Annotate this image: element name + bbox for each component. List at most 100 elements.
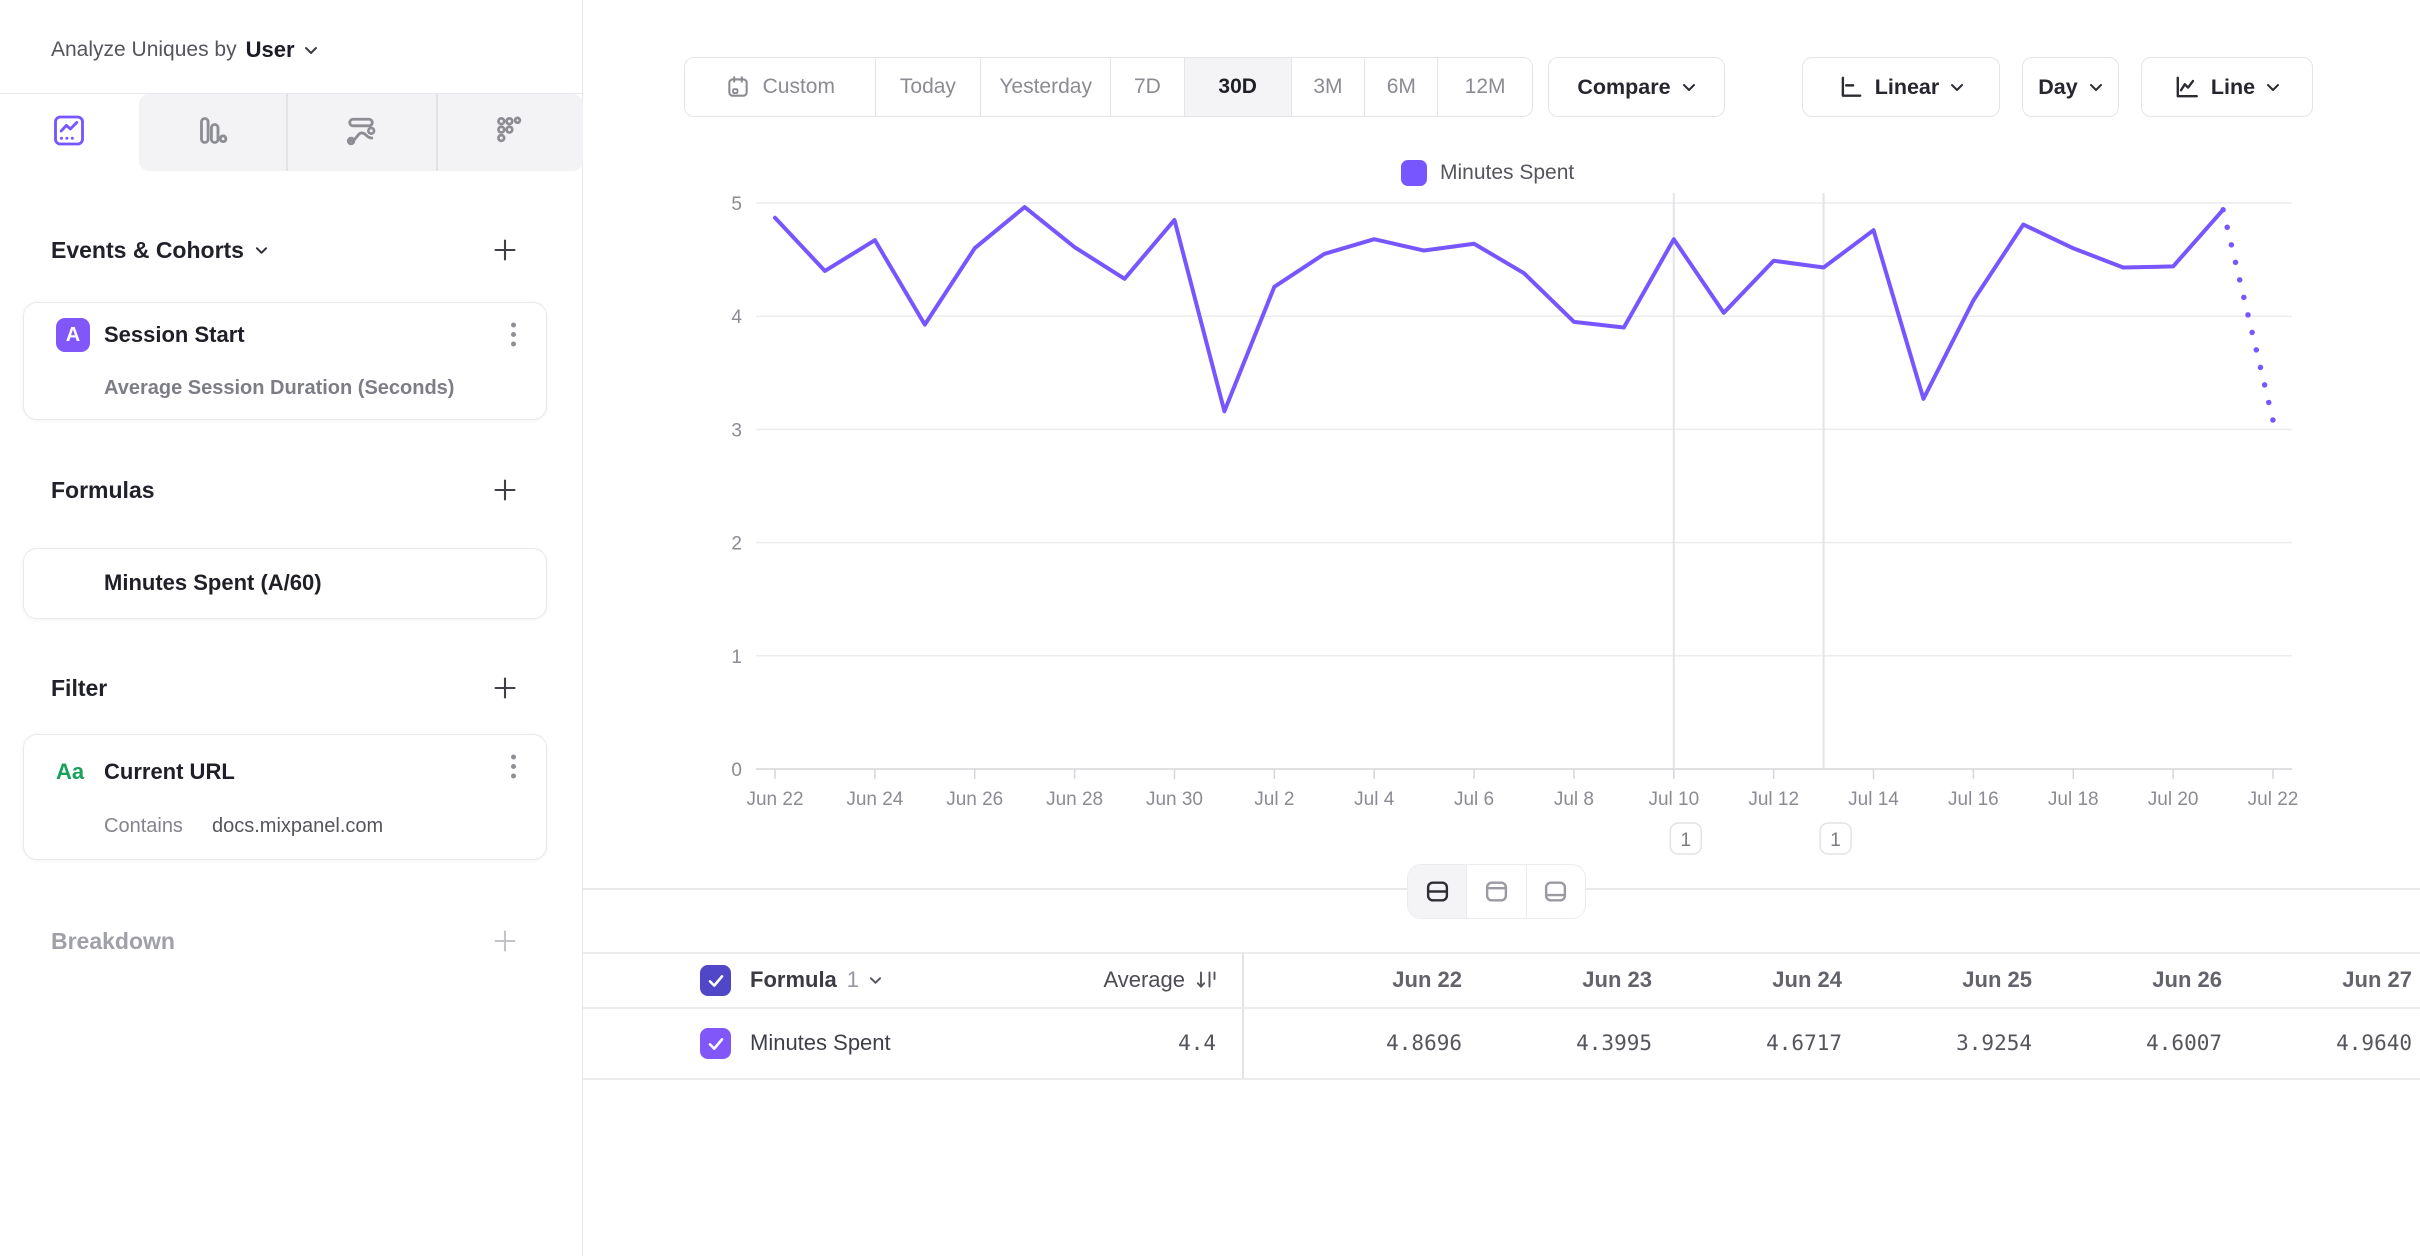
event-card-session-start[interactable]: A Session Start Average Session Duration… [23,302,547,420]
date-range-label: 3M [1313,75,1342,99]
date-range-7d[interactable]: 7D [1111,58,1185,116]
x-tick-label: Jun 26 [946,789,1003,810]
date-range-3m[interactable]: 3M [1292,58,1366,116]
filter-value[interactable]: docs.mixpanel.com [212,804,383,848]
filter-card-current-url[interactable]: Aa Current URL Contains docs.mixpanel.co… [23,734,547,860]
formula-group-label: Formula [750,967,837,993]
date-column-header[interactable]: Jun 25 [1842,958,2032,1002]
analyze-uniques-row: Analyze Uniques by User [51,28,318,72]
filter-options-kebab-icon[interactable] [502,751,524,783]
y-tick-label: 0 [731,760,742,781]
add-formula-button[interactable] [490,475,520,505]
y-tick-label: 1 [731,647,742,668]
date-range-30d[interactable]: 30D [1185,58,1292,116]
chevron-down-icon [255,246,268,255]
insights-report-page: Analyze Uniques by User [0,0,2420,1256]
formula-card[interactable]: Minutes Spent (A/60) [23,548,547,619]
x-tick-label: Jun 30 [1146,789,1203,810]
events-cohorts-header[interactable]: Events & Cohorts [51,228,268,272]
breakdown-header: Breakdown [51,919,175,963]
cell-value: 4.6007 [2032,1021,2222,1065]
filter-property-name[interactable]: Current URL [104,750,235,794]
x-tick-label: Jul 8 [1554,789,1594,810]
chart-only-view-button[interactable] [1466,865,1525,918]
date-range-label: Today [900,75,956,99]
scale-label: Linear [1875,75,1940,100]
add-breakdown-button[interactable] [490,926,520,956]
bar-chart-tab-icon[interactable] [194,112,230,153]
table-only-view-button[interactable] [1526,865,1585,918]
formula-name[interactable]: Minutes Spent (A/60) [104,561,322,605]
add-filter-button[interactable] [490,673,520,703]
add-event-button[interactable] [490,235,520,265]
chart-canvas[interactable]: 012345Jun 22Jun 24Jun 26Jun 28Jun 30Jul … [583,140,2420,880]
date-column-header[interactable]: Jun 23 [1462,958,1652,1002]
compare-button[interactable]: Compare [1548,57,1725,117]
scale-button[interactable]: Linear [1802,57,2000,117]
x-tick-label: Jul 18 [2048,789,2099,810]
annotation-badge-label: 1 [1681,830,1692,851]
x-tick-label: Jul 22 [2248,789,2299,810]
formula-group-header[interactable]: Formula 1 [750,958,882,1002]
date-range-6m[interactable]: 6M [1365,58,1438,116]
breakdown-title: Breakdown [51,928,175,955]
y-tick-label: 4 [731,307,742,328]
chart-type-label: Line [2211,75,2255,100]
visualization-tabbar [0,93,583,171]
date-range-custom[interactable]: Custom [685,58,876,116]
date-range-12m[interactable]: 12M [1438,58,1532,116]
formulas-title: Formulas [51,477,155,504]
metrics-tab-icon[interactable] [492,112,528,153]
chevron-down-icon [869,976,882,985]
linear-scale-icon [1838,74,1864,100]
event-options-kebab-icon[interactable] [502,319,524,351]
split-view-button[interactable] [1408,865,1466,918]
annotation-badge-label: 1 [1830,830,1841,851]
date-range-label: 30D [1218,75,1257,99]
cell-value: 4.3995 [1462,1021,1652,1065]
series-line-incomplete-segment [2223,210,2273,421]
sort-icon[interactable] [1195,968,1219,992]
x-tick-label: Jun 24 [846,789,903,810]
x-tick-label: Jul 20 [2148,789,2199,810]
granularity-button[interactable]: Day [2022,57,2119,117]
average-header-label: Average [1103,967,1185,993]
tab-separator [286,94,288,171]
series-checkbox[interactable] [700,1028,731,1059]
date-range-control: Custom Today Yesterday7D 30D 3M 6M12M [684,57,1533,117]
date-column-header[interactable]: Jun 24 [1652,958,1842,1002]
chart-type-button[interactable]: Line [2141,57,2313,117]
series-row-name[interactable]: Minutes Spent [750,1021,891,1065]
events-cohorts-title: Events & Cohorts [51,237,244,264]
date-range-today[interactable]: Today [876,58,982,116]
table-bottom-border [583,1078,2420,1080]
event-letter-badge: A [56,318,90,352]
calendar-icon [725,74,751,100]
filter-operator[interactable]: Contains [104,804,183,848]
average-column-header[interactable]: Average [963,958,1219,1002]
line-chart-tab-icon[interactable] [51,112,87,153]
date-range-yesterday[interactable]: Yesterday [981,58,1111,116]
tab-separator [436,94,438,171]
average-value: 4.4 [963,1021,1216,1065]
chevron-down-icon [1682,83,1696,92]
report-main-area: Custom Today Yesterday7D 30D 3M 6M12M Compare… [583,0,2420,1256]
line-chart-icon [2174,74,2200,100]
chevron-down-icon[interactable] [304,46,318,55]
event-aggregation[interactable]: Average Session Duration (Seconds) [104,366,454,410]
select-all-checkbox[interactable] [700,965,731,996]
formulas-header: Formulas [51,468,155,512]
text-property-icon: Aa [56,750,84,794]
event-name[interactable]: Session Start [104,313,245,357]
date-column-header[interactable]: Jun 22 [1272,958,1462,1002]
date-column-header[interactable]: Jun 26 [2032,958,2222,1002]
table-header-divider [583,1007,2420,1009]
analyze-uniques-value[interactable]: User [246,37,295,63]
x-tick-label: Jul 4 [1354,789,1395,810]
chevron-down-icon [1950,83,1964,92]
series-line-minutes-spent[interactable] [775,207,2223,411]
date-column-header[interactable]: Jun 27 [2222,958,2412,1002]
query-builder-sidebar: Analyze Uniques by User [0,0,583,1256]
x-tick-label: Jul 2 [1254,789,1294,810]
flow-tab-icon[interactable] [343,112,379,153]
